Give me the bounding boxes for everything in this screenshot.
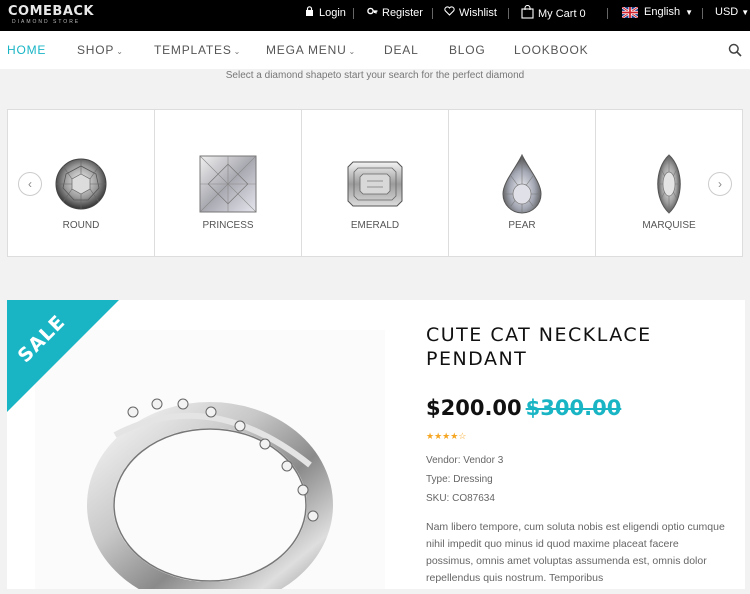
divider (508, 8, 509, 19)
cart-label: My Cart 0 (538, 7, 586, 20)
nav-lookbook[interactable]: LOOKBOOK (514, 43, 588, 57)
top-bar: COMEBACK DIAMOND STORE Login Register Wi… (0, 0, 750, 31)
product-vendor: Vendor: Vendor 3 (426, 455, 504, 466)
shape-princess[interactable]: PRINCESS (154, 109, 302, 257)
princess-diamond-icon (198, 154, 258, 214)
nav-home[interactable]: HOME (7, 43, 46, 57)
chevron-right-icon: › (718, 177, 722, 191)
shape-hint: Select a diamond shapeto start your sear… (225, 70, 525, 81)
nav-lookbook-label: LOOKBOOK (514, 43, 589, 57)
chevron-down-icon: ⌄ (348, 47, 357, 56)
marquise-diamond-icon (639, 154, 699, 214)
logo-subtext: DIAMOND STORE (12, 19, 81, 25)
uk-flag-icon (621, 5, 639, 19)
register-label: Register (382, 6, 423, 19)
key-icon (367, 6, 378, 19)
star-icon: ★ (434, 431, 443, 441)
nav-deal-label: DEAL (384, 43, 419, 57)
shape-label: PRINCESS (202, 220, 254, 231)
wishlist-link[interactable]: Wishlist (444, 6, 497, 19)
shape-emerald[interactable]: EMERALD (301, 109, 449, 257)
login-label: Login (319, 6, 346, 19)
nav-blog[interactable]: BLOG (449, 43, 486, 57)
star-empty-icon: ☆ (458, 431, 467, 441)
product-detail: SALE CUTE CAT NECKLACE PENDANT $200.00 $3… (7, 300, 745, 594)
chevron-down-icon: ▼ (685, 7, 693, 17)
divider (607, 8, 608, 19)
search-icon[interactable] (728, 43, 742, 57)
nav-mega-menu[interactable]: MEGA MENU ⌄ (266, 43, 356, 57)
nav-mega-menu-label: MEGA MENU (266, 43, 347, 57)
currency-selector[interactable]: USD ▼ (715, 6, 749, 18)
rating-stars: ★★★★☆ (426, 431, 466, 442)
compare-price: $300.00 (525, 396, 622, 420)
product-type: Type: Dressing (426, 474, 493, 485)
login-link[interactable]: Login (305, 6, 346, 19)
nav-blog-label: BLOG (449, 43, 486, 57)
heart-icon (444, 6, 455, 19)
sale-badge: SALE (7, 300, 119, 412)
divider (353, 8, 354, 19)
main-nav: HOME SHOP ⌄ TEMPLATES ⌄ MEGA MENU ⌄ DEAL BL… (0, 31, 750, 69)
chevron-down-icon: ⌄ (116, 47, 124, 56)
cart-link[interactable]: My Cart 0 (521, 4, 586, 22)
wishlist-label: Wishlist (459, 6, 497, 19)
shape-label: PEAR (508, 220, 536, 231)
chevron-down-icon: ▼ (741, 7, 750, 17)
star-icon: ★ (426, 431, 435, 441)
nav-templates[interactable]: TEMPLATES ⌄ (154, 43, 241, 57)
currency-label: USD (715, 6, 739, 18)
carousel-next-button[interactable]: › (708, 172, 732, 196)
product-price: $200.00 $300.00 (426, 396, 621, 420)
product-title: CUTE CAT NECKLACE PENDANT (426, 324, 652, 370)
divider (432, 8, 433, 19)
current-price: $200.00 (426, 396, 522, 420)
nav-deal[interactable]: DEAL (384, 43, 419, 57)
product-sku: SKU: CO87634 (426, 493, 495, 504)
logo-text: COMEBACK (8, 4, 94, 19)
emerald-diamond-icon (345, 154, 405, 214)
lock-icon (305, 6, 314, 19)
language-label: English (644, 6, 681, 18)
pear-diamond-icon (492, 153, 552, 214)
chevron-left-icon: ‹ (28, 177, 32, 191)
diamond-shape-carousel: ROUND PRINCESS EMERALD PEAR MARQUISE (7, 109, 745, 257)
shape-label: EMERALD (350, 220, 400, 231)
carousel-prev-button[interactable]: ‹ (18, 172, 42, 196)
nav-shop[interactable]: SHOP ⌄ (77, 43, 124, 57)
divider (702, 8, 703, 19)
register-link[interactable]: Register (367, 6, 423, 19)
nav-templates-label: TEMPLATES (154, 43, 232, 57)
shape-label: MARQUISE (642, 220, 696, 231)
shape-label: ROUND (62, 220, 100, 231)
language-selector[interactable]: English ▼ (621, 5, 693, 19)
shape-pear[interactable]: PEAR (448, 109, 596, 257)
nav-shop-label: SHOP (77, 43, 115, 57)
nav-home-label: HOME (7, 43, 47, 57)
chevron-down-icon: ⌄ (233, 47, 242, 56)
product-description: Nam libero tempore, cum soluta nobis est… (426, 521, 725, 584)
store-logo[interactable]: COMEBACK DIAMOND STORE (8, 4, 94, 26)
shopping-bag-icon (521, 4, 534, 22)
round-diamond-icon (51, 154, 111, 214)
